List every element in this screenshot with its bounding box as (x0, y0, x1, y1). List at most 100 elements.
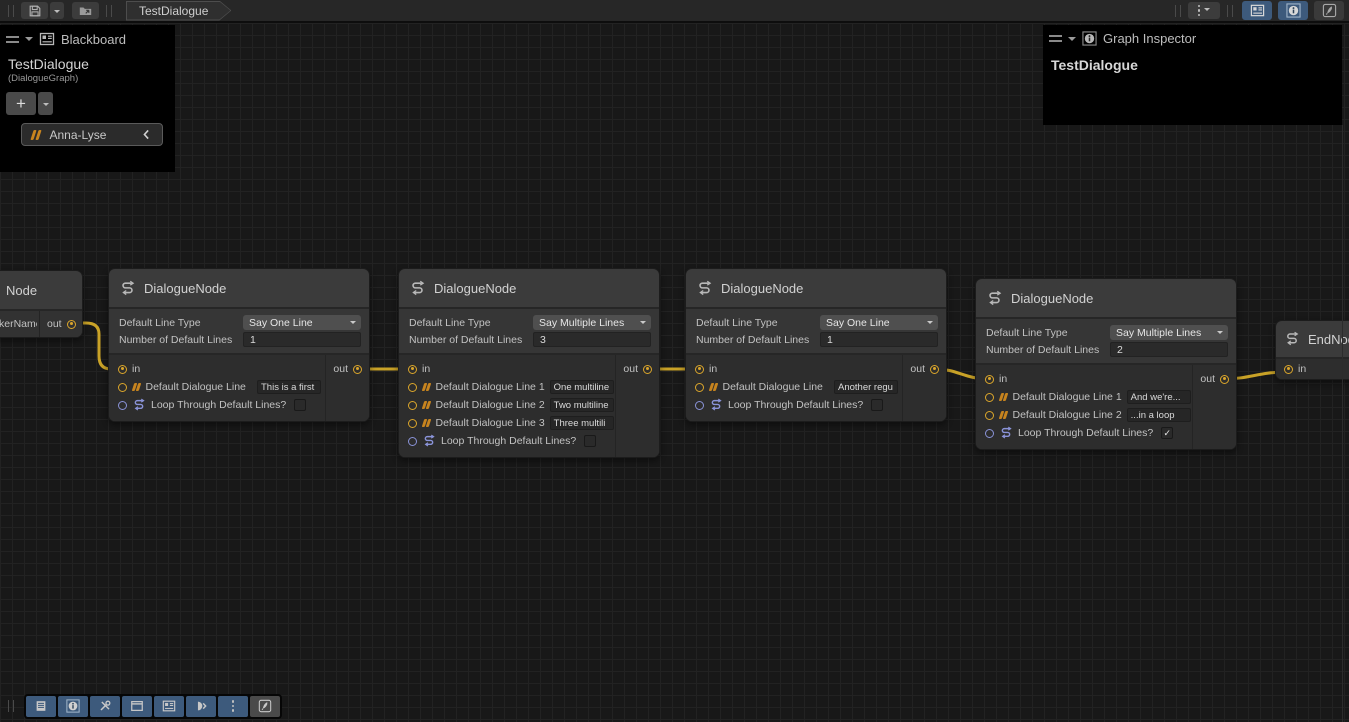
dialogue-node-3[interactable]: DialogueNode Default Line Type Say One L… (685, 268, 947, 422)
loop-port[interactable] (408, 437, 417, 446)
divider (39, 311, 40, 337)
line-type-dropdown[interactable]: Say Multiple Lines (533, 315, 651, 330)
toggle-minimap-button[interactable] (1314, 1, 1344, 20)
dialogue-node-4[interactable]: DialogueNode Default Line Type Say Multi… (975, 278, 1237, 450)
collapse-triangle-icon[interactable] (1068, 37, 1076, 45)
overflow-menu-button[interactable] (1188, 2, 1220, 19)
dialogue-line-field[interactable]: And we're... (1127, 390, 1191, 404)
dialogue-line-port[interactable] (118, 383, 127, 392)
node-title: EndNode (1276, 321, 1349, 357)
toggle-notes-button[interactable] (26, 696, 56, 717)
drag-handle-icon[interactable] (6, 36, 19, 43)
quote-icon (709, 383, 718, 391)
loop-icon (999, 426, 1013, 440)
dialogue-line-field[interactable]: This is a first (257, 380, 321, 394)
line-type-dropdown[interactable]: Say Multiple Lines (1110, 325, 1228, 340)
num-lines-field[interactable]: 3 (533, 332, 651, 347)
dialogue-line-port[interactable] (408, 419, 417, 428)
loop-icon (422, 434, 436, 448)
loop-port[interactable] (695, 401, 704, 410)
line-type-dropdown[interactable]: Say One Line (820, 315, 938, 330)
toggle-inspector-button[interactable] (1278, 1, 1308, 20)
dialogue-line-label: Default Dialogue Line 3 (436, 417, 545, 429)
toolbar-grip[interactable] (1175, 5, 1181, 17)
inspector-info-icon (1286, 3, 1301, 18)
dialogue-node-icon (119, 280, 136, 297)
loop-port[interactable] (118, 401, 127, 410)
toggle-blackboard-button[interactable] (1242, 1, 1272, 20)
quote-icon (422, 383, 431, 391)
save-button[interactable] (21, 2, 48, 19)
dialogue-line-port[interactable] (985, 411, 994, 420)
out-port[interactable] (1220, 375, 1229, 384)
drag-handle-icon[interactable] (1049, 35, 1062, 42)
toggle-transition-button[interactable] (186, 696, 216, 717)
line-type-dropdown[interactable]: Say One Line (243, 315, 361, 330)
dialogue-line-field[interactable]: One multiline (550, 380, 614, 394)
start-node-partial[interactable]: Node kerName out (0, 270, 83, 338)
notes-icon (34, 699, 48, 713)
ellipsis-icon (232, 700, 235, 712)
dropdown-value: Say Multiple Lines (539, 317, 624, 329)
node-title-label: DialogueNode (1011, 291, 1093, 306)
dialogue-line-field[interactable]: ...in a loop (1127, 408, 1191, 422)
overflow-menu-button[interactable] (218, 696, 248, 717)
node-title-label: Node (6, 283, 37, 298)
default-line-type-label: Default Line Type (119, 317, 239, 329)
loop-checkbox[interactable] (871, 399, 883, 411)
loop-checkbox[interactable]: ✓ (1161, 427, 1173, 439)
dialogue-line-port[interactable] (408, 383, 417, 392)
out-port[interactable] (930, 365, 939, 374)
loop-port[interactable] (985, 429, 994, 438)
toggle-window-button[interactable] (122, 696, 152, 717)
out-port[interactable] (67, 320, 76, 329)
dialogue-line-field[interactable]: Three multili (550, 416, 614, 430)
in-port[interactable] (118, 365, 127, 374)
dropdown-value: Say One Line (249, 317, 313, 329)
caret-down-icon (54, 10, 60, 16)
dialogue-line-port[interactable] (695, 383, 704, 392)
num-lines-field[interactable]: 1 (243, 332, 361, 347)
add-property-dropdown-button[interactable] (38, 92, 53, 115)
dropdown-value: Say One Line (826, 317, 890, 329)
field-value: And we're... (1131, 392, 1181, 403)
chevron-down-icon (350, 321, 356, 327)
loop-checkbox[interactable] (584, 435, 596, 447)
end-node[interactable]: EndNode in (1275, 320, 1349, 380)
in-port[interactable] (985, 375, 994, 384)
save-dropdown-button[interactable] (50, 2, 64, 19)
toolbar-grip[interactable] (1227, 5, 1233, 17)
graph-tab[interactable]: TestDialogue (126, 1, 231, 21)
toggle-blackboard-button[interactable] (154, 696, 184, 717)
toolbar-grip[interactable] (8, 700, 14, 712)
add-property-button[interactable]: + (6, 92, 36, 115)
toggle-minimap-button[interactable] (250, 696, 280, 717)
blackboard-field-anna-lyse[interactable]: Anna-Lyse (21, 123, 163, 146)
dialogue-node-2[interactable]: DialogueNode Default Line Type Say Multi… (398, 268, 660, 458)
in-port[interactable] (695, 365, 704, 374)
num-lines-field[interactable]: 2 (1110, 342, 1228, 357)
toolbar-grip[interactable] (106, 5, 112, 17)
dialogue-line-port[interactable] (408, 401, 417, 410)
in-port[interactable] (408, 365, 417, 374)
chevron-left-icon[interactable] (140, 128, 153, 141)
toggle-info-button[interactable] (58, 696, 88, 717)
blackboard-header[interactable]: Blackboard (0, 25, 175, 51)
toolbar-grip[interactable] (8, 5, 14, 17)
num-lines-field[interactable]: 1 (820, 332, 938, 347)
dialogue-node-1[interactable]: DialogueNode Default Line Type Say One L… (108, 268, 370, 422)
quote-icon (422, 419, 431, 427)
default-line-type-label: Default Line Type (696, 317, 816, 329)
dialogue-line-field[interactable]: Two multiline (550, 398, 614, 412)
inspector-header[interactable]: Graph Inspector (1043, 25, 1342, 50)
loop-checkbox[interactable] (294, 399, 306, 411)
dialogue-line-field[interactable]: Another regu (834, 380, 898, 394)
open-button[interactable] (72, 2, 99, 19)
collapse-triangle-icon[interactable] (25, 37, 33, 45)
out-port[interactable] (643, 365, 652, 374)
toggle-tools-button[interactable] (90, 696, 120, 717)
dialogue-line-port[interactable] (985, 393, 994, 402)
in-port[interactable] (1284, 365, 1293, 374)
out-port[interactable] (353, 365, 362, 374)
tools-icon (98, 699, 112, 713)
